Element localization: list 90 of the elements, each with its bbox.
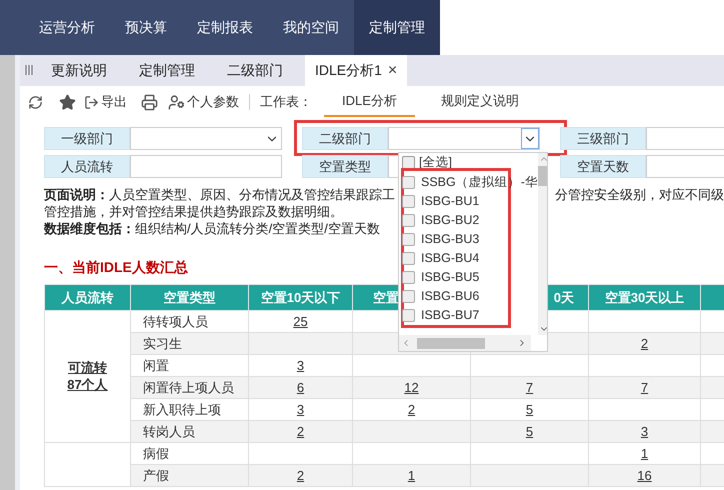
export-button[interactable]: 导出 xyxy=(84,92,127,112)
value-link[interactable]: 7 xyxy=(640,380,648,395)
tab[interactable]: 二级部门 xyxy=(217,55,293,86)
checkbox[interactable] xyxy=(402,252,415,265)
chevron-icon[interactable] xyxy=(521,128,539,149)
nav-item[interactable]: 我的空间 xyxy=(268,0,354,55)
filter-label: 空置天数 xyxy=(560,155,646,178)
table-cell: 待转项人员 xyxy=(143,314,208,329)
value-link[interactable]: 2 xyxy=(296,424,304,439)
select-field[interactable] xyxy=(388,127,540,150)
description-text: 分管控安全级别，对应不同级 xyxy=(555,186,724,203)
value-link[interactable]: 1 xyxy=(640,446,648,461)
table-cell: 产假 xyxy=(143,468,169,483)
value-link[interactable]: 7 xyxy=(526,380,534,395)
user-settings-icon xyxy=(168,94,185,110)
dropdown-option[interactable]: ISBG-BU5 xyxy=(402,268,480,287)
checkbox[interactable] xyxy=(402,271,415,284)
value-link[interactable]: 16 xyxy=(637,468,652,483)
nav-item[interactable]: 定制报表 xyxy=(182,0,268,55)
dropdown-option[interactable]: ISBG-BU3 xyxy=(402,230,480,249)
column-header: 空置 xyxy=(373,290,399,305)
value-link[interactable]: 2 xyxy=(296,468,304,483)
filter-label: 三级部门 xyxy=(560,127,646,150)
scroll-thumb[interactable] xyxy=(417,338,485,348)
column-header: 空置30天以上 xyxy=(604,290,684,305)
group-link[interactable]: 可流转 87个人 xyxy=(67,358,108,393)
value-link[interactable]: 5 xyxy=(526,424,534,439)
nav-item[interactable]: 运营分析 xyxy=(24,0,110,55)
table-cell: 新入职待上项 xyxy=(143,402,221,417)
dropdown-option[interactable]: ISBG-BU6 xyxy=(402,287,480,306)
description-text: 数据维度包括：组织结构/人员流转分类/空置类型/空置天数 xyxy=(44,220,380,237)
dropdown-option[interactable]: SSBG（虚拟组）-华 xyxy=(402,173,538,192)
input-field[interactable] xyxy=(130,155,282,178)
tab[interactable]: 定制管理 xyxy=(129,55,205,86)
value-link[interactable]: 3 xyxy=(640,424,648,439)
side-scrollbar[interactable] xyxy=(0,55,15,490)
section-title: 一、当前IDLE人数汇总 xyxy=(44,258,188,277)
table-cell: 实习生 xyxy=(143,336,182,351)
filter-label: 空置类型 xyxy=(302,155,388,178)
vertical-scrollbar[interactable] xyxy=(538,153,547,335)
sheet-tab[interactable]: 规则定义说明 xyxy=(422,87,537,117)
checkbox[interactable] xyxy=(402,290,415,303)
tab[interactable]: 更新说明 xyxy=(41,55,117,86)
value-link[interactable]: 6 xyxy=(296,380,304,395)
scroll-thumb[interactable] xyxy=(538,166,547,186)
filter-label: 一级部门 xyxy=(44,127,130,150)
value-link[interactable]: 5 xyxy=(526,402,534,417)
table-cell: 闲置待上项人员 xyxy=(143,380,234,395)
description-text: 页面说明：人员空置类型、原因、分布情况及管控结果跟踪工 xyxy=(44,186,395,203)
checkbox[interactable] xyxy=(402,176,415,189)
column-header: 人员流转 xyxy=(62,290,114,305)
nav-item[interactable]: 定制管理 xyxy=(354,0,440,55)
description-text: 管控措施，并对管控结果提供趋势跟踪及数据明细。 xyxy=(44,203,343,220)
close-button[interactable]: × xyxy=(388,58,398,82)
personal-settings-button[interactable]: 个人参数 xyxy=(168,92,239,112)
value-link[interactable]: 2 xyxy=(640,336,648,351)
dropdown-option[interactable]: ISBG-BU1 xyxy=(402,192,480,211)
grip-icon[interactable] xyxy=(25,65,33,75)
checkbox[interactable] xyxy=(402,309,415,322)
value-link[interactable]: 1 xyxy=(408,468,416,483)
dropdown-option[interactable]: ISBG-BU4 xyxy=(402,249,480,268)
value-link[interactable]: 3 xyxy=(296,358,304,373)
column-header: 空置10天以下 xyxy=(260,290,340,305)
value-link[interactable]: 12 xyxy=(404,380,419,395)
filter-label: 二级部门 xyxy=(302,127,388,150)
checkbox[interactable] xyxy=(402,214,415,227)
sheet-label: 工作表： xyxy=(260,93,312,112)
filter-label: 人员流转 xyxy=(44,155,130,178)
tab[interactable]: IDLE分析1 × xyxy=(305,55,408,86)
horizontal-scrollbar[interactable] xyxy=(399,335,531,351)
value-link[interactable]: 3 xyxy=(296,402,304,417)
table-cell: 转岗人员 xyxy=(143,424,195,439)
refresh-icon[interactable] xyxy=(28,94,43,110)
sheet-tab[interactable]: IDLE分析 xyxy=(324,87,415,117)
value-link[interactable]: 25 xyxy=(293,314,308,329)
dropdown-option[interactable]: ISBG-BU2 xyxy=(402,211,480,230)
dropdown-option[interactable]: ISBG-BU7 xyxy=(402,306,480,325)
column-header: 0天 xyxy=(554,290,574,305)
value-link[interactable]: 2 xyxy=(408,402,416,417)
table-cell: 闲置 xyxy=(143,358,169,373)
table-cell: 病假 xyxy=(143,446,169,461)
checkbox[interactable] xyxy=(402,156,415,169)
nav-item[interactable]: 预决算 xyxy=(110,0,182,55)
export-icon xyxy=(84,94,99,110)
star-icon[interactable] xyxy=(59,94,76,110)
column-header: 空置类型 xyxy=(164,290,216,305)
checkbox[interactable] xyxy=(402,233,415,246)
printer-icon[interactable] xyxy=(141,94,158,110)
checkbox[interactable] xyxy=(402,195,415,208)
select-field[interactable] xyxy=(130,127,282,150)
